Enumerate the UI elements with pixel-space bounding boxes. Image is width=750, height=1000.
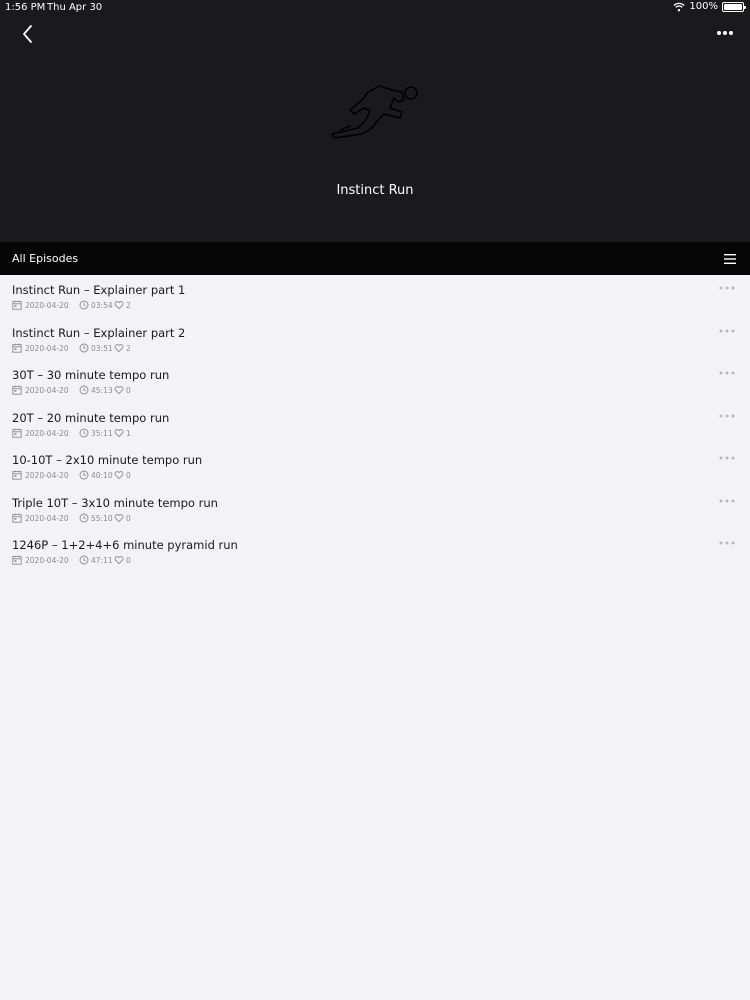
episode-meta: 2020-04-20 03:51 2: [12, 343, 212, 353]
episode-likes: 0: [126, 513, 131, 523]
clock-icon: [79, 300, 89, 310]
episode-row[interactable]: 20T – 20 minute tempo run 2020-04-20 35:…: [0, 403, 750, 446]
episode-title: 30T – 30 minute tempo run: [12, 368, 170, 382]
heart-icon: [114, 301, 124, 310]
heart-icon: [114, 556, 124, 565]
clock-icon: [79, 385, 89, 395]
episode-date: 2020-04-20: [25, 428, 69, 438]
episode-duration: 45:13: [91, 386, 113, 395]
episode-meta: 2020-04-20 45:13 0: [12, 385, 212, 395]
ellipsis-icon: [717, 31, 733, 35]
episode-date: 2020-04-20: [25, 513, 69, 523]
episode-row[interactable]: 10-10T – 2x10 minute tempo run 2020-04-2…: [0, 445, 750, 488]
clock-icon: [79, 470, 89, 480]
section-header: All Episodes: [0, 242, 750, 275]
status-bar: 1:56 PM Thu Apr 30 100%: [0, 0, 750, 16]
episode-duration: 35:11: [91, 428, 113, 438]
calendar-icon: [12, 470, 22, 480]
episode-date: 2020-04-20: [25, 301, 69, 310]
heart-icon: [114, 386, 124, 395]
heart-icon: [114, 428, 124, 437]
calendar-icon: [12, 300, 22, 310]
episode-likes: 2: [126, 301, 131, 310]
calendar-icon: [12, 513, 22, 523]
episode-date: 2020-04-20: [25, 386, 69, 395]
episode-row[interactable]: Instinct Run – Explainer part 2 2020-04-…: [0, 318, 750, 361]
episode-more-icon[interactable]: [718, 453, 736, 463]
podcast-header: 1:56 PM Thu Apr 30 100% Instinct Run: [0, 0, 750, 242]
episode-more-icon[interactable]: [718, 538, 736, 548]
episode-title: Instinct Run – Explainer part 2: [12, 325, 186, 340]
episode-title: 20T – 20 minute tempo run: [12, 410, 170, 425]
episode-more-icon[interactable]: [718, 496, 736, 506]
episode-more-icon[interactable]: [718, 283, 736, 293]
episode-meta: 2020-04-20 03:54 2: [12, 300, 212, 310]
back-button[interactable]: [14, 22, 40, 46]
battery-icon: [722, 1, 746, 12]
episode-date: 2020-04-20: [25, 471, 69, 480]
heart-icon: [114, 343, 124, 352]
calendar-icon: [12, 385, 22, 395]
episode-likes: 1: [126, 428, 131, 438]
heart-icon: [114, 513, 124, 522]
episode-duration: 55:10: [91, 513, 113, 523]
episode-likes: 0: [126, 471, 131, 480]
status-time: 1:56 PM: [5, 2, 46, 13]
episode-list: Instinct Run – Explainer part 1 2020-04-…: [0, 275, 750, 573]
episode-row[interactable]: 30T – 30 minute tempo run 2020-04-20 45:…: [0, 360, 750, 403]
calendar-icon: [12, 555, 22, 565]
section-title: All Episodes: [12, 252, 79, 265]
episode-date: 2020-04-20: [25, 556, 69, 565]
episode-duration: 40:10: [91, 471, 113, 480]
calendar-icon: [12, 343, 22, 353]
runner-icon: [331, 85, 418, 139]
episode-more-icon[interactable]: [718, 411, 736, 421]
episode-more-icon[interactable]: [718, 326, 736, 336]
episode-date: 2020-04-20: [25, 343, 69, 353]
calendar-icon: [12, 428, 22, 438]
clock-icon: [79, 555, 89, 565]
episode-duration: 47:11: [91, 556, 113, 565]
status-date: Thu Apr 30: [47, 2, 103, 13]
episode-title: Triple 10T – 3x10 minute tempo run: [12, 495, 218, 510]
episode-row[interactable]: 1246P – 1+2+4+6 minute pyramid run 2020-…: [0, 530, 750, 573]
podcast-title: Instinct Run: [336, 183, 414, 198]
battery-percent: 100%: [689, 1, 718, 12]
episode-more-icon[interactable]: [718, 368, 736, 378]
episode-likes: 0: [126, 556, 131, 565]
clock-icon: [79, 343, 89, 352]
episode-meta: 2020-04-20 55:10 0: [12, 513, 212, 523]
clock-icon: [79, 428, 89, 437]
episode-duration: 03:51: [91, 343, 113, 353]
wifi-icon: [673, 2, 685, 11]
status-indicators: 100%: [673, 1, 746, 12]
episode-likes: 0: [126, 386, 131, 395]
episode-likes: 2: [126, 343, 131, 353]
episode-meta: 2020-04-20 40:10 0: [12, 470, 212, 480]
episode-title: Instinct Run – Explainer part 1: [12, 283, 186, 297]
chevron-left-icon: [23, 25, 32, 43]
more-options-button[interactable]: [712, 25, 738, 41]
episode-meta: 2020-04-20 47:11 0: [12, 555, 212, 565]
episode-row[interactable]: Instinct Run – Explainer part 1 2020-04-…: [0, 275, 750, 318]
episode-row[interactable]: Triple 10T – 3x10 minute tempo run 2020-…: [0, 488, 750, 531]
episode-title: 1246P – 1+2+4+6 minute pyramid run: [12, 538, 238, 552]
episode-meta: 2020-04-20 35:11 1: [12, 428, 212, 438]
episode-title: 10-10T – 2x10 minute tempo run: [12, 453, 203, 467]
list-icon[interactable]: [722, 252, 738, 266]
clock-icon: [79, 513, 89, 522]
episode-duration: 03:54: [91, 301, 113, 310]
heart-icon: [114, 471, 124, 480]
